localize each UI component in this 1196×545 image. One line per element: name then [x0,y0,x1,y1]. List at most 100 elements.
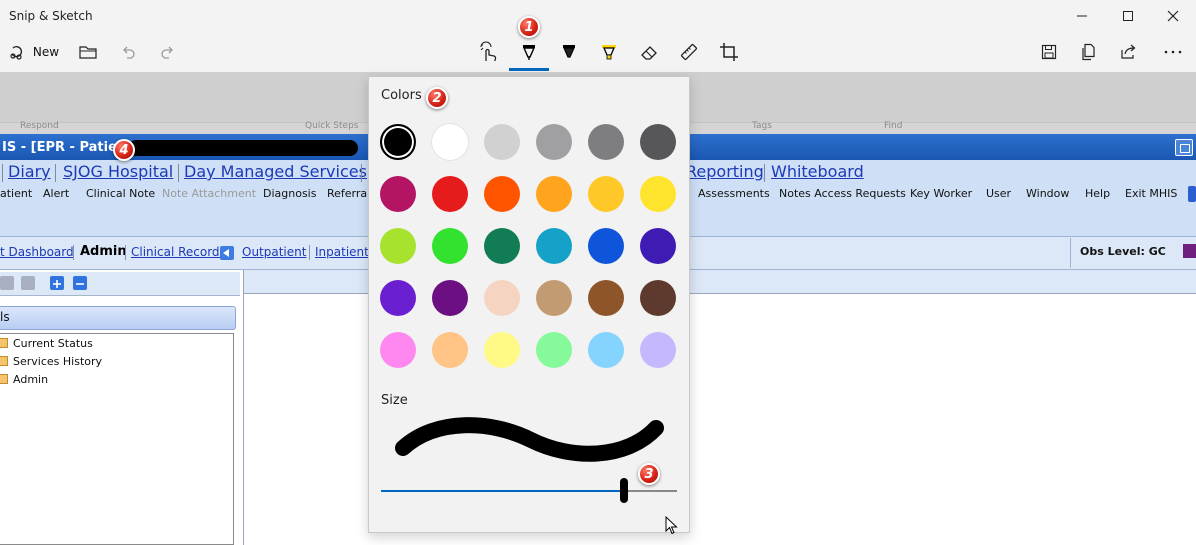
eraser-button[interactable] [634,32,664,72]
move-down-icon [0,276,14,290]
color-swatch[interactable] [536,228,572,264]
menu-item: Key Worker [910,187,973,200]
crop-button[interactable] [714,32,744,72]
color-swatch[interactable] [380,176,416,212]
color-swatch[interactable] [380,124,416,160]
color-swatch[interactable] [588,280,624,316]
color-swatch[interactable] [432,228,468,264]
eraser-icon [641,46,657,60]
color-swatch[interactable] [380,280,416,316]
left-panel-header-label: ls [0,310,10,324]
mouse-cursor-icon [665,516,678,535]
menu-separator [55,164,56,182]
open-file-button[interactable] [76,32,100,72]
menu-link-sjog-hospital: SJOG Hospital [63,162,174,181]
nav-separator [309,245,310,260]
color-swatch[interactable] [640,124,676,160]
save-button[interactable] [1036,32,1062,72]
size-slider-thumb[interactable] [619,478,628,503]
color-swatch[interactable] [380,332,416,368]
folder-icon [0,374,8,384]
color-swatch[interactable] [484,228,520,264]
ruler-button[interactable] [674,32,704,72]
toolbar: New [0,32,1196,72]
pencil-button[interactable] [554,32,584,72]
new-snip-icon [10,46,22,60]
redo-button[interactable] [156,32,180,72]
tree-item: Services History [13,355,103,368]
ruler-icon [680,43,698,61]
color-swatch[interactable] [640,176,676,212]
color-swatch[interactable] [588,124,624,160]
color-swatch[interactable] [640,280,676,316]
expand-icon [50,276,64,290]
menu-item: Assessments [698,187,770,200]
menu-link-day-managed-services: Day Managed Services [184,162,367,181]
title-bar: Snip & Sketch [0,0,1196,32]
size-slider-track-rest[interactable] [623,490,677,492]
color-swatch[interactable] [640,332,676,368]
ribbon-group-label: Respond [20,121,59,131]
touch-writing-button[interactable] [474,32,504,72]
ribbon-group-label: Tags [752,121,772,131]
menu-item: Clinical Note [86,187,156,200]
color-swatch[interactable] [432,176,468,212]
touch-writing-icon [480,41,497,62]
nav-back-arrow-icon [220,246,234,260]
minimize-button[interactable] [1059,0,1105,32]
menu-item: Exit MHIS [1125,187,1178,200]
more-options-button[interactable] [1158,32,1188,72]
color-swatch[interactable] [484,176,520,212]
color-swatch[interactable] [536,176,572,212]
size-slider-track[interactable] [381,490,624,492]
color-swatch[interactable] [432,280,468,316]
undo-button[interactable] [116,32,140,72]
copy-button[interactable] [1076,32,1102,72]
active-tool-indicator [509,68,549,71]
color-swatch[interactable] [588,176,624,212]
color-swatch[interactable] [484,280,520,316]
pencil-icon [563,45,575,58]
highlighter-button[interactable] [594,32,624,72]
move-up-icon [21,276,35,290]
more-icon [1164,50,1182,54]
callout-badge-4: 4 [113,139,135,161]
new-snip-button[interactable]: New [6,32,62,72]
maximize-button[interactable] [1105,0,1151,32]
redo-icon [161,46,173,59]
menu-scroll-icon [1188,186,1196,202]
highlighter-icon [602,45,616,60]
share-button[interactable] [1116,32,1142,72]
menu-item: User [986,187,1012,200]
menu-item: atient [0,187,33,200]
nav-link-clinical-records: Clinical Records [131,245,226,259]
menu-link-reporting: Reporting [686,162,764,181]
new-label: New [32,45,60,59]
ballpoint-pen-button[interactable] [514,32,544,72]
nav-separator [73,245,74,260]
ballpoint-pen-icon [522,45,536,60]
colors-label: Colors [381,88,422,103]
menu-item: Notes Access Requests [779,187,906,200]
size-label: Size [381,393,408,408]
color-swatch[interactable] [484,332,520,368]
color-swatch[interactable] [640,228,676,264]
size-preview-stroke [395,417,664,462]
color-swatch[interactable] [588,332,624,368]
color-swatch[interactable] [536,332,572,368]
collapse-icon [73,276,87,290]
close-button[interactable] [1150,0,1196,32]
color-swatch[interactable] [484,124,520,160]
menu-item: Referral [327,187,371,200]
color-swatch[interactable] [588,228,624,264]
color-swatch[interactable] [536,280,572,316]
color-swatch[interactable] [380,228,416,264]
color-swatch[interactable] [432,124,468,160]
ribbon-group-label: Find [884,121,903,131]
nav-link-inpatient: Inpatient [315,245,369,259]
color-swatch[interactable] [432,332,468,368]
tree-item: Admin [13,373,49,386]
redaction-mark [128,140,358,156]
color-swatch[interactable] [536,124,572,160]
obs-level-color [1183,244,1196,258]
